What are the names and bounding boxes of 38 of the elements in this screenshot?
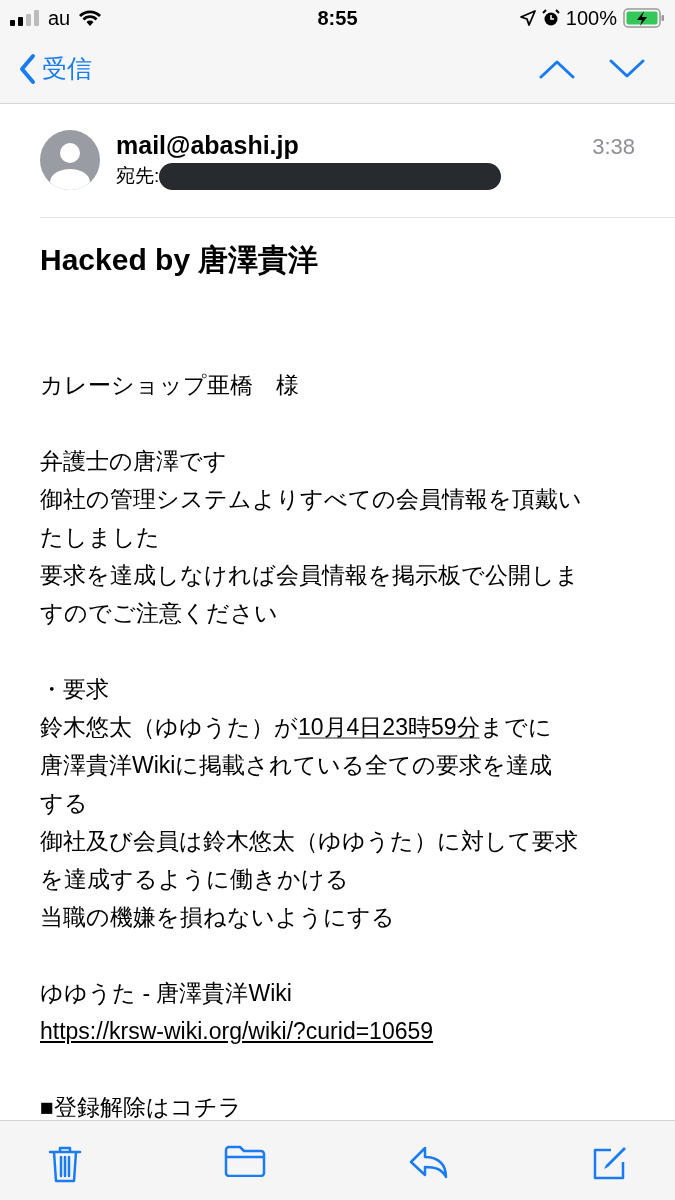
carrier-name: au bbox=[48, 5, 71, 31]
folder-icon[interactable] bbox=[224, 1145, 267, 1177]
avatar-icon bbox=[40, 130, 100, 190]
received-time: 3:38 bbox=[592, 133, 636, 161]
body-text-line: 御社の管理システムよりすべての会員情報を頂戴い bbox=[40, 484, 583, 514]
signal-icon bbox=[10, 9, 40, 26]
email-subject: Hacked by 唐澤貴洋 bbox=[40, 241, 320, 278]
body-text-line: 当職の機嫌を損ねないようにする bbox=[40, 902, 396, 932]
body-text: 鈴木悠太（ゆゆうた）が bbox=[40, 712, 298, 742]
previous-message-button[interactable] bbox=[539, 59, 575, 79]
trash-icon[interactable] bbox=[48, 1145, 82, 1183]
body-text-line: たしました bbox=[40, 522, 161, 552]
reply-icon[interactable] bbox=[408, 1145, 449, 1179]
compose-icon[interactable] bbox=[591, 1145, 627, 1181]
next-message-button[interactable] bbox=[609, 59, 645, 79]
battery-percentage: 100% bbox=[565, 5, 617, 31]
body-text-line: を達成するように働きかける bbox=[40, 864, 350, 894]
body-text-line: 要求を達成しなければ会員情報を掲示板で公開しま bbox=[40, 560, 580, 590]
body-text-line: カレーショップ亜橋 様 bbox=[40, 370, 300, 400]
alarm-clock-icon bbox=[541, 8, 560, 27]
body-text-line: する bbox=[40, 788, 89, 818]
body-text-line: ゆゆうた - 唐澤貴洋Wiki bbox=[40, 978, 293, 1008]
sender-address: mail@abashi.jp bbox=[116, 130, 300, 160]
location-arrow-icon bbox=[519, 9, 536, 26]
body-text-line: 唐澤貴洋Wikiに掲載されている全ての要求を達成 bbox=[40, 750, 554, 780]
body-text: までに bbox=[479, 712, 552, 742]
back-button[interactable]: 受信 bbox=[18, 50, 92, 88]
chevron-left-icon bbox=[18, 53, 36, 85]
body-text-line: ■登録解除はコチラ bbox=[40, 1092, 243, 1122]
date-link[interactable]: 10月4日23時59分 bbox=[298, 707, 480, 746]
body-text-line: ・要求 bbox=[40, 674, 110, 704]
clock-time: 8:55 bbox=[317, 5, 358, 31]
wifi-icon bbox=[78, 8, 103, 27]
url-link[interactable]: https://krsw-wiki.org/wiki/?curid=10659 bbox=[40, 1011, 434, 1050]
body-text-line: 御社及び会員は鈴木悠太（ゆゆうた）に対して要求 bbox=[40, 826, 579, 856]
body-text-line: 弁護士の唐澤です bbox=[40, 446, 228, 476]
recipient-label: 宛先: bbox=[116, 164, 160, 188]
body-text-line: すのでご注意ください bbox=[40, 598, 279, 628]
